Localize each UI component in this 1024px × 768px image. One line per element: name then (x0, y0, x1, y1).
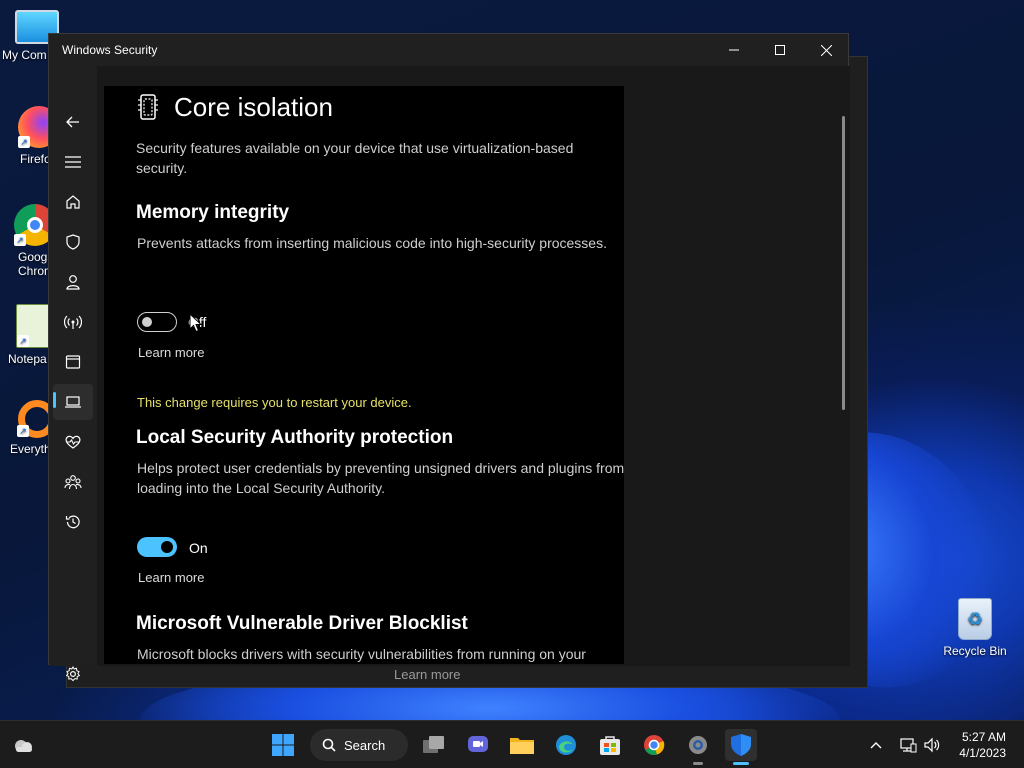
windows-security-taskbar-button[interactable] (725, 729, 757, 765)
lsa-toggle-label: On (189, 540, 208, 556)
close-icon (820, 44, 832, 56)
window-title: Windows Security (62, 43, 158, 57)
back-button[interactable] (53, 104, 93, 140)
desktop-icon-recycle-bin[interactable]: ♻ Recycle Bin (940, 598, 1010, 658)
lsa-description: Helps protect user credentials by preven… (137, 460, 625, 496)
search-icon (322, 738, 336, 752)
heart-pulse-icon (65, 435, 81, 449)
chrome-button[interactable] (638, 729, 670, 761)
memory-integrity-learn-more-link[interactable]: Learn more (138, 345, 204, 360)
store-button[interactable] (594, 729, 626, 761)
notepad-icon: ↗ (16, 304, 50, 348)
nav-protection-history[interactable] (53, 504, 93, 540)
file-explorer-button[interactable] (506, 729, 538, 761)
shortcut-arrow-icon: ↗ (14, 234, 26, 246)
lsa-learn-more-link[interactable]: Learn more (138, 570, 204, 585)
active-nav-indicator (53, 392, 56, 408)
page-intro: Security features available on your devi… (136, 140, 574, 176)
menu-button[interactable] (53, 144, 93, 180)
restart-warning: This change requires you to restart your… (137, 395, 412, 410)
chat-icon (468, 736, 488, 752)
show-hidden-icons-button[interactable] (864, 733, 888, 757)
teams-chat-button[interactable] (462, 729, 494, 761)
wireless-antenna-icon (64, 315, 82, 329)
nav-device-performance[interactable] (53, 424, 93, 460)
person-icon (66, 275, 80, 290)
taskbar: Search 5:27 AM 4/1/2023 (0, 720, 1024, 768)
recycle-bin-icon: ♻ (958, 598, 992, 640)
background-learn-more-link[interactable]: Learn more (394, 667, 460, 682)
mouse-pointer-icon (189, 313, 203, 333)
volume-button[interactable] (920, 733, 944, 757)
memory-integrity-toggle[interactable] (137, 312, 177, 332)
windows-logo-icon (272, 734, 294, 756)
chevron-up-icon (870, 742, 882, 749)
home-icon (66, 195, 80, 209)
network-icon (900, 738, 917, 753)
shield-icon (731, 734, 751, 756)
maximize-icon (775, 45, 785, 55)
speaker-icon (924, 737, 940, 753)
desktop-icon-label: Recycle Bin (943, 644, 1007, 658)
nav-firewall[interactable] (53, 304, 93, 340)
toggle-knob (142, 317, 152, 327)
blocklist-description-clip: Microsoft blocks drivers with security v… (104, 640, 624, 663)
hamburger-icon (65, 156, 81, 168)
edge-browser-icon (556, 735, 576, 755)
taskbar-search-button[interactable]: Search (310, 729, 408, 761)
navigation-sidebar (49, 66, 97, 682)
nav-virus-protection[interactable] (53, 224, 93, 260)
memory-integrity-description: Prevents attacks from inserting maliciou… (137, 235, 607, 251)
folder-icon (510, 738, 534, 754)
shortcut-arrow-icon: ↗ (18, 136, 30, 148)
history-icon (65, 515, 80, 529)
family-icon (64, 475, 82, 490)
shield-icon (66, 234, 80, 250)
maximize-button[interactable] (757, 34, 803, 66)
task-view-icon (423, 736, 444, 753)
store-bag-icon (600, 736, 620, 755)
running-indicator (693, 762, 703, 765)
nav-account-protection[interactable] (53, 264, 93, 300)
lsa-toggle[interactable] (137, 537, 177, 557)
gear-icon (689, 736, 707, 754)
title-bar[interactable]: Windows Security (49, 34, 848, 66)
active-app-indicator (733, 762, 749, 765)
weather-widget[interactable] (8, 729, 40, 761)
cloud-icon (15, 740, 32, 752)
network-status-button[interactable] (896, 733, 920, 757)
settings-button[interactable] (682, 729, 714, 765)
lsa-heading: Local Security Authority protection (136, 427, 454, 448)
clock-time: 5:27 AM (961, 730, 1006, 744)
shortcut-arrow-icon: ↗ (17, 335, 29, 347)
nav-device-security[interactable] (53, 384, 93, 420)
minimize-icon (729, 49, 739, 51)
task-view-button[interactable] (418, 729, 450, 761)
page-title: Core isolation (174, 92, 333, 122)
shortcut-arrow-icon: ↗ (17, 425, 29, 437)
toggle-knob (161, 541, 173, 553)
nav-home[interactable] (53, 184, 93, 220)
core-isolation-chip-icon (138, 94, 158, 120)
system-clock[interactable]: 5:27 AM 4/1/2023 (959, 729, 1006, 761)
nav-app-browser-control[interactable] (53, 344, 93, 380)
laptop-icon (65, 396, 81, 408)
gear-icon (65, 666, 81, 682)
blocklist-description: Microsoft blocks drivers with security v… (137, 646, 586, 662)
clock-date: 4/1/2023 (959, 746, 1006, 760)
app-window-icon (65, 355, 81, 369)
memory-integrity-heading: Memory integrity (136, 202, 290, 223)
back-arrow-icon (66, 116, 79, 128)
edge-button[interactable] (550, 729, 582, 761)
chrome-icon (644, 735, 665, 755)
close-button[interactable] (803, 34, 849, 66)
minimize-button[interactable] (711, 34, 757, 66)
search-label: Search (344, 737, 386, 753)
blocklist-heading: Microsoft Vulnerable Driver Blocklist (136, 613, 468, 634)
nav-family-options[interactable] (53, 464, 93, 500)
start-button[interactable] (267, 729, 299, 761)
vertical-scrollbar[interactable] (842, 116, 845, 410)
nav-settings[interactable] (53, 656, 93, 692)
